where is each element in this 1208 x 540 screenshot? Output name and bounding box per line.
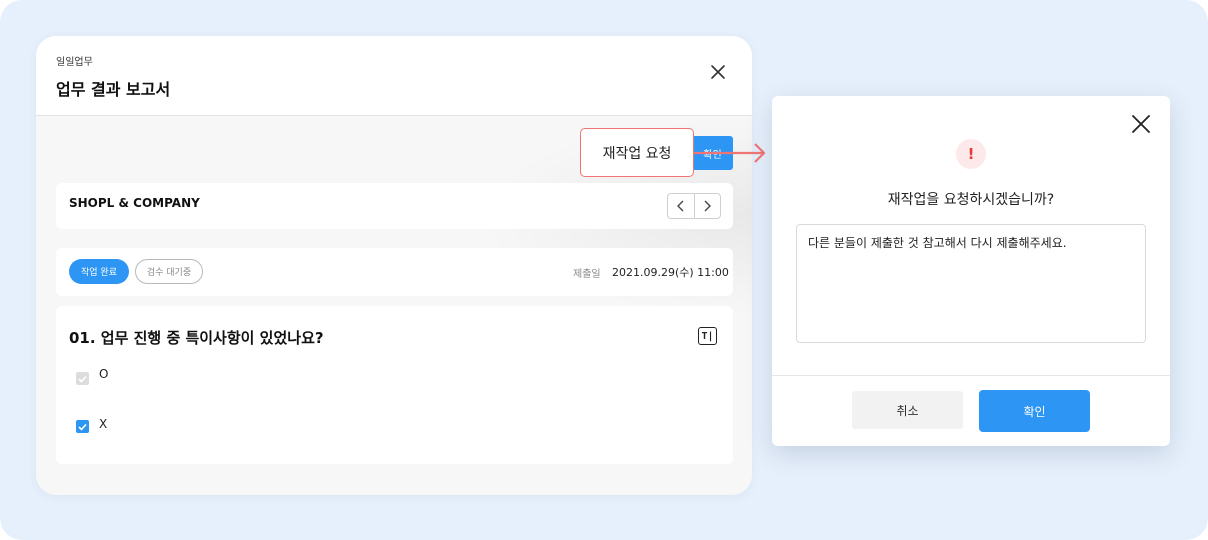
panel-header: 일일업무 업무 결과 보고서 xyxy=(36,36,752,116)
confirm-button[interactable]: 확인 xyxy=(979,390,1090,432)
company-card: SHOPL & COMPANY xyxy=(56,183,733,229)
close-icon[interactable] xyxy=(1130,113,1152,135)
pager xyxy=(667,193,721,219)
checkbox-checked-icon[interactable] xyxy=(76,420,89,433)
submit-date-value: 2021.09.29(수) 11:00 xyxy=(612,266,729,279)
prev-button[interactable] xyxy=(668,194,694,218)
option-label: O xyxy=(99,366,109,381)
divider xyxy=(772,375,1170,376)
text-type-icon: T| xyxy=(698,327,717,345)
option-o[interactable]: O xyxy=(76,367,108,385)
alert-icon: ! xyxy=(956,139,986,169)
close-icon[interactable] xyxy=(708,62,728,82)
chevron-left-icon xyxy=(676,200,684,212)
canvas-background: 일일업무 업무 결과 보고서 확인 SHOPL & COMPANY 작업 완료 … xyxy=(0,0,1208,540)
option-label: X xyxy=(99,416,108,431)
status-card: 작업 완료 검수 대기중 제출일 2021.09.29(수) 11:00 xyxy=(56,248,733,296)
modal-question: 재작업을 요청하시겠습니까? xyxy=(887,192,1055,208)
checkbox-icon[interactable] xyxy=(76,372,89,385)
breadcrumb: 일일업무 xyxy=(56,57,93,68)
question-title: 01. 업무 진행 중 특이사항이 있었나요? xyxy=(69,329,324,347)
company-name: SHOPL & COMPANY xyxy=(69,196,200,210)
status-badge-done: 작업 완료 xyxy=(69,259,129,284)
submit-date-label: 제출일 xyxy=(573,269,601,280)
rework-callout: 재작업 요청 xyxy=(580,128,694,177)
cancel-button[interactable]: 취소 xyxy=(852,391,963,429)
rework-message-input[interactable]: 다른 분들이 제출한 것 참고해서 다시 제출해주세요. xyxy=(796,224,1146,343)
report-panel: 일일업무 업무 결과 보고서 확인 SHOPL & COMPANY 작업 완료 … xyxy=(36,36,752,495)
page-title: 업무 결과 보고서 xyxy=(56,80,171,99)
arrow-right-icon xyxy=(693,143,766,163)
option-x[interactable]: X xyxy=(76,416,108,433)
rework-modal: ! 재작업을 요청하시겠습니까? 다른 분들이 제출한 것 참고해서 다시 제출… xyxy=(772,96,1170,446)
question-card: 01. 업무 진행 중 특이사항이 있었나요? T| O X xyxy=(56,306,733,464)
status-badge-waiting: 검수 대기중 xyxy=(135,259,203,284)
next-button[interactable] xyxy=(693,194,721,218)
chevron-right-icon xyxy=(704,200,712,212)
